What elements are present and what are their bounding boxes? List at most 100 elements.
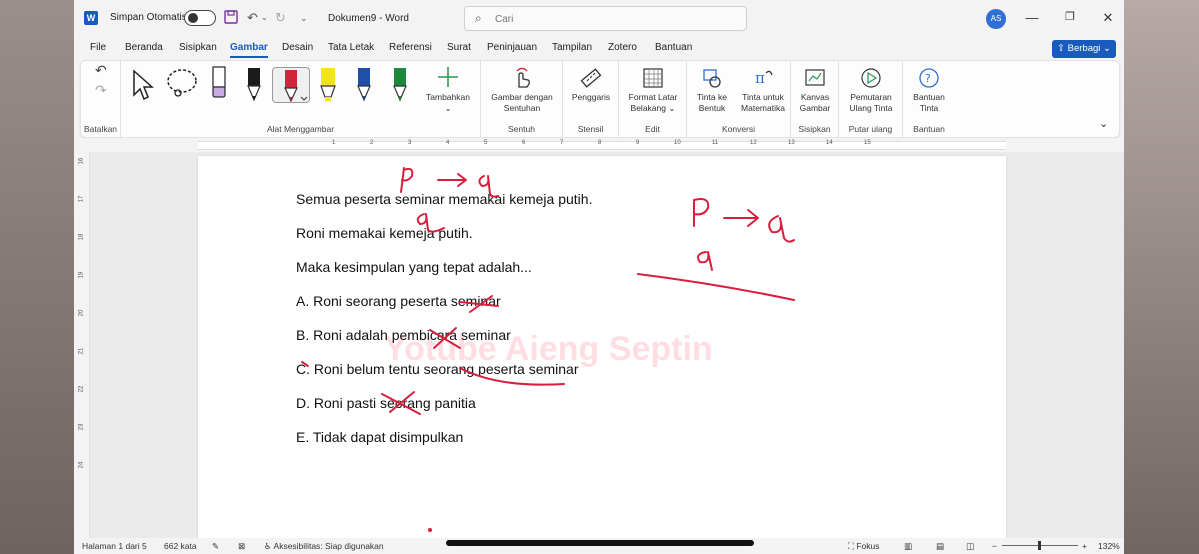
tab-file[interactable]: File: [90, 42, 106, 53]
document-page[interactable]: Yotube Aieng Septin Semua peserta semina…: [198, 156, 1006, 538]
ink-help-button[interactable]: ? Bantuan Tinta: [905, 67, 953, 114]
minimize-icon[interactable]: —: [1022, 10, 1042, 25]
eraser-icon[interactable]: [209, 65, 229, 104]
tab-tampilan[interactable]: Tampilan: [552, 42, 592, 53]
tab-tata-letak[interactable]: Tata Letak: [328, 42, 374, 53]
highlighter-yellow-icon[interactable]: [317, 67, 339, 103]
avatar[interactable]: AS: [986, 9, 1006, 29]
word-count[interactable]: 662 kata: [164, 541, 197, 551]
ink-to-math-label-1: Tinta untuk: [742, 92, 784, 102]
pen-blue-icon[interactable]: [353, 67, 375, 103]
lasso-select-icon[interactable]: [165, 67, 199, 102]
ruler-label: 1: [332, 140, 336, 146]
tab-sisipkan[interactable]: Sisipkan: [179, 42, 217, 53]
plus-icon: [438, 67, 458, 87]
focus-button[interactable]: ⛶ Fokus: [848, 541, 879, 552]
redo-icon[interactable]: ↻: [275, 10, 286, 26]
ink-to-math-label-2: Matematika: [741, 103, 785, 113]
collapse-ribbon-icon[interactable]: ⌄: [1099, 119, 1108, 130]
ink-replay-label-2: Ulang Tinta: [849, 103, 893, 113]
save-icon[interactable]: [224, 10, 238, 28]
text-predictions-icon[interactable]: ⊠: [238, 541, 245, 552]
word-window: W Simpan Otomatis ↶ ⌄ ↻ ⌄ Dokumen9 - Wor…: [74, 0, 1124, 554]
accessibility-icon: ♿: [264, 541, 272, 551]
close-icon[interactable]: ✕: [1098, 10, 1118, 26]
menu-bar: File Beranda Sisipkan Gambar Desain Tata…: [74, 38, 1124, 60]
customize-icon[interactable]: ⌄: [300, 10, 308, 26]
ink-q-large: [768, 215, 795, 243]
proofing-icon[interactable]: ✎: [212, 541, 219, 552]
search-box[interactable]: ⌕: [464, 6, 747, 31]
select-cursor-icon[interactable]: [131, 69, 155, 104]
format-background-label-1: Format Latar: [628, 92, 678, 102]
tab-beranda[interactable]: Beranda: [125, 42, 163, 53]
zoom-slider-thumb[interactable]: [1038, 541, 1041, 550]
ink-to-shape-label-2: Bentuk: [698, 103, 726, 113]
search-input[interactable]: [495, 11, 735, 27]
add-pen-button[interactable]: Tambahkan ⌄: [423, 65, 473, 114]
ink-to-shape-button[interactable]: Tinta ke Bentuk: [689, 67, 735, 114]
group-insert: Kanvas Gambar Sisipkan: [791, 61, 839, 137]
tab-referensi[interactable]: Referensi: [389, 42, 432, 53]
ink-to-math-button[interactable]: π Tinta untuk Matematika: [735, 67, 791, 114]
tab-desain[interactable]: Desain: [282, 42, 313, 53]
zoom-in-button[interactable]: +: [1082, 541, 1087, 551]
tab-gambar[interactable]: Gambar: [230, 42, 268, 58]
grid-background-icon: [643, 68, 663, 88]
focus-label: Fokus: [856, 541, 880, 551]
restore-icon[interactable]: ❐: [1060, 10, 1080, 23]
draw-touch-button[interactable]: Gambar dengan Sentuhan: [485, 67, 559, 114]
pen-red-icon[interactable]: [272, 67, 310, 103]
drawing-canvas-button[interactable]: Kanvas Gambar: [793, 67, 837, 114]
share-icon: ⇪: [1057, 43, 1068, 54]
ruler-button[interactable]: Penggaris: [567, 67, 615, 103]
share-button[interactable]: ⇪ Berbagi ⌄: [1052, 40, 1116, 58]
format-background-button[interactable]: Format Latar Belakang ⌄: [621, 67, 685, 114]
add-pen-label: Tambahkan: [426, 92, 470, 102]
ink-replay-label-1: Pemutaran: [850, 92, 892, 102]
ruler-label: 16: [78, 157, 85, 165]
pen-green-icon[interactable]: [389, 67, 411, 103]
group-replay: Pemutaran Ulang Tinta Putar ulang: [839, 61, 903, 137]
undo-icon[interactable]: ↶: [247, 10, 258, 26]
ruler-label: 9: [636, 140, 640, 146]
zoom-level[interactable]: 132%: [1098, 541, 1120, 551]
document-canvas: Yotube Aieng Septin Semua peserta semina…: [90, 152, 1124, 538]
ruler-label: 24: [78, 461, 85, 469]
accessibility-status[interactable]: ♿ Aksesibilitas: Siap digunakan: [264, 541, 384, 552]
ruler-label: 18: [78, 233, 85, 241]
ink-cross-d: [381, 391, 421, 415]
group-drawing-tools: Tambahkan ⌄ Alat Menggambar: [121, 61, 481, 137]
ruler-label: Penggaris: [571, 92, 611, 102]
ink-q-conclusion: [697, 251, 713, 271]
search-icon: ⌕: [475, 11, 482, 25]
redo-icon[interactable]: ↷: [95, 83, 107, 97]
tab-surat[interactable]: Surat: [447, 42, 471, 53]
ruler-label: 6: [522, 140, 526, 146]
title-bar: W Simpan Otomatis ↶ ⌄ ↻ ⌄ Dokumen9 - Wor…: [74, 0, 1124, 38]
ruler-label: 14: [826, 140, 833, 146]
tab-zotero[interactable]: Zotero: [608, 42, 637, 53]
ruler-label: 11: [712, 140, 719, 146]
print-layout-icon[interactable]: ▤: [936, 541, 944, 552]
group-label-tools: Alat Menggambar: [266, 124, 335, 134]
read-mode-icon[interactable]: ▥: [904, 541, 912, 552]
ruler-label: 2: [370, 140, 374, 146]
ink-replay-button[interactable]: Pemutaran Ulang Tinta: [841, 67, 901, 114]
group-convert: Tinta ke Bentuk π Tinta untuk Matematika…: [687, 61, 791, 137]
zoom-out-button[interactable]: −: [992, 541, 997, 551]
scroll-indicator[interactable]: [446, 540, 754, 546]
ruler-label: 8: [598, 140, 602, 146]
web-layout-icon[interactable]: ◫: [966, 541, 974, 552]
drawing-canvas-label-2: Gambar: [799, 103, 831, 113]
autosave-toggle[interactable]: [184, 10, 216, 26]
page-count[interactable]: Halaman 1 dari 5: [82, 541, 147, 551]
group-stencil: Penggaris Stensil: [563, 61, 619, 137]
undo-dropdown-icon[interactable]: ⌄: [261, 10, 268, 26]
undo-icon[interactable]: ↶: [95, 63, 107, 77]
tab-peninjauan[interactable]: Peninjauan: [487, 42, 537, 53]
pen-black-icon[interactable]: [243, 67, 265, 103]
share-label: Berbagi: [1067, 43, 1101, 54]
ink-tick-c: [301, 361, 309, 367]
tab-bantuan[interactable]: Bantuan: [655, 42, 692, 53]
